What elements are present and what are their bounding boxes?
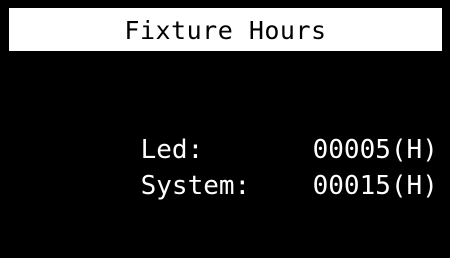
page-title: Fixture Hours [124, 16, 327, 45]
hours-panel: Led: 00005(H) System: 00015(H) [9, 54, 442, 258]
title-bar: Fixture Hours [9, 8, 442, 54]
system-hours-row: System: 00015(H) [78, 138, 438, 234]
system-hours-value: 00015(H) [312, 171, 438, 201]
system-hours-label: System: [140, 171, 251, 201]
